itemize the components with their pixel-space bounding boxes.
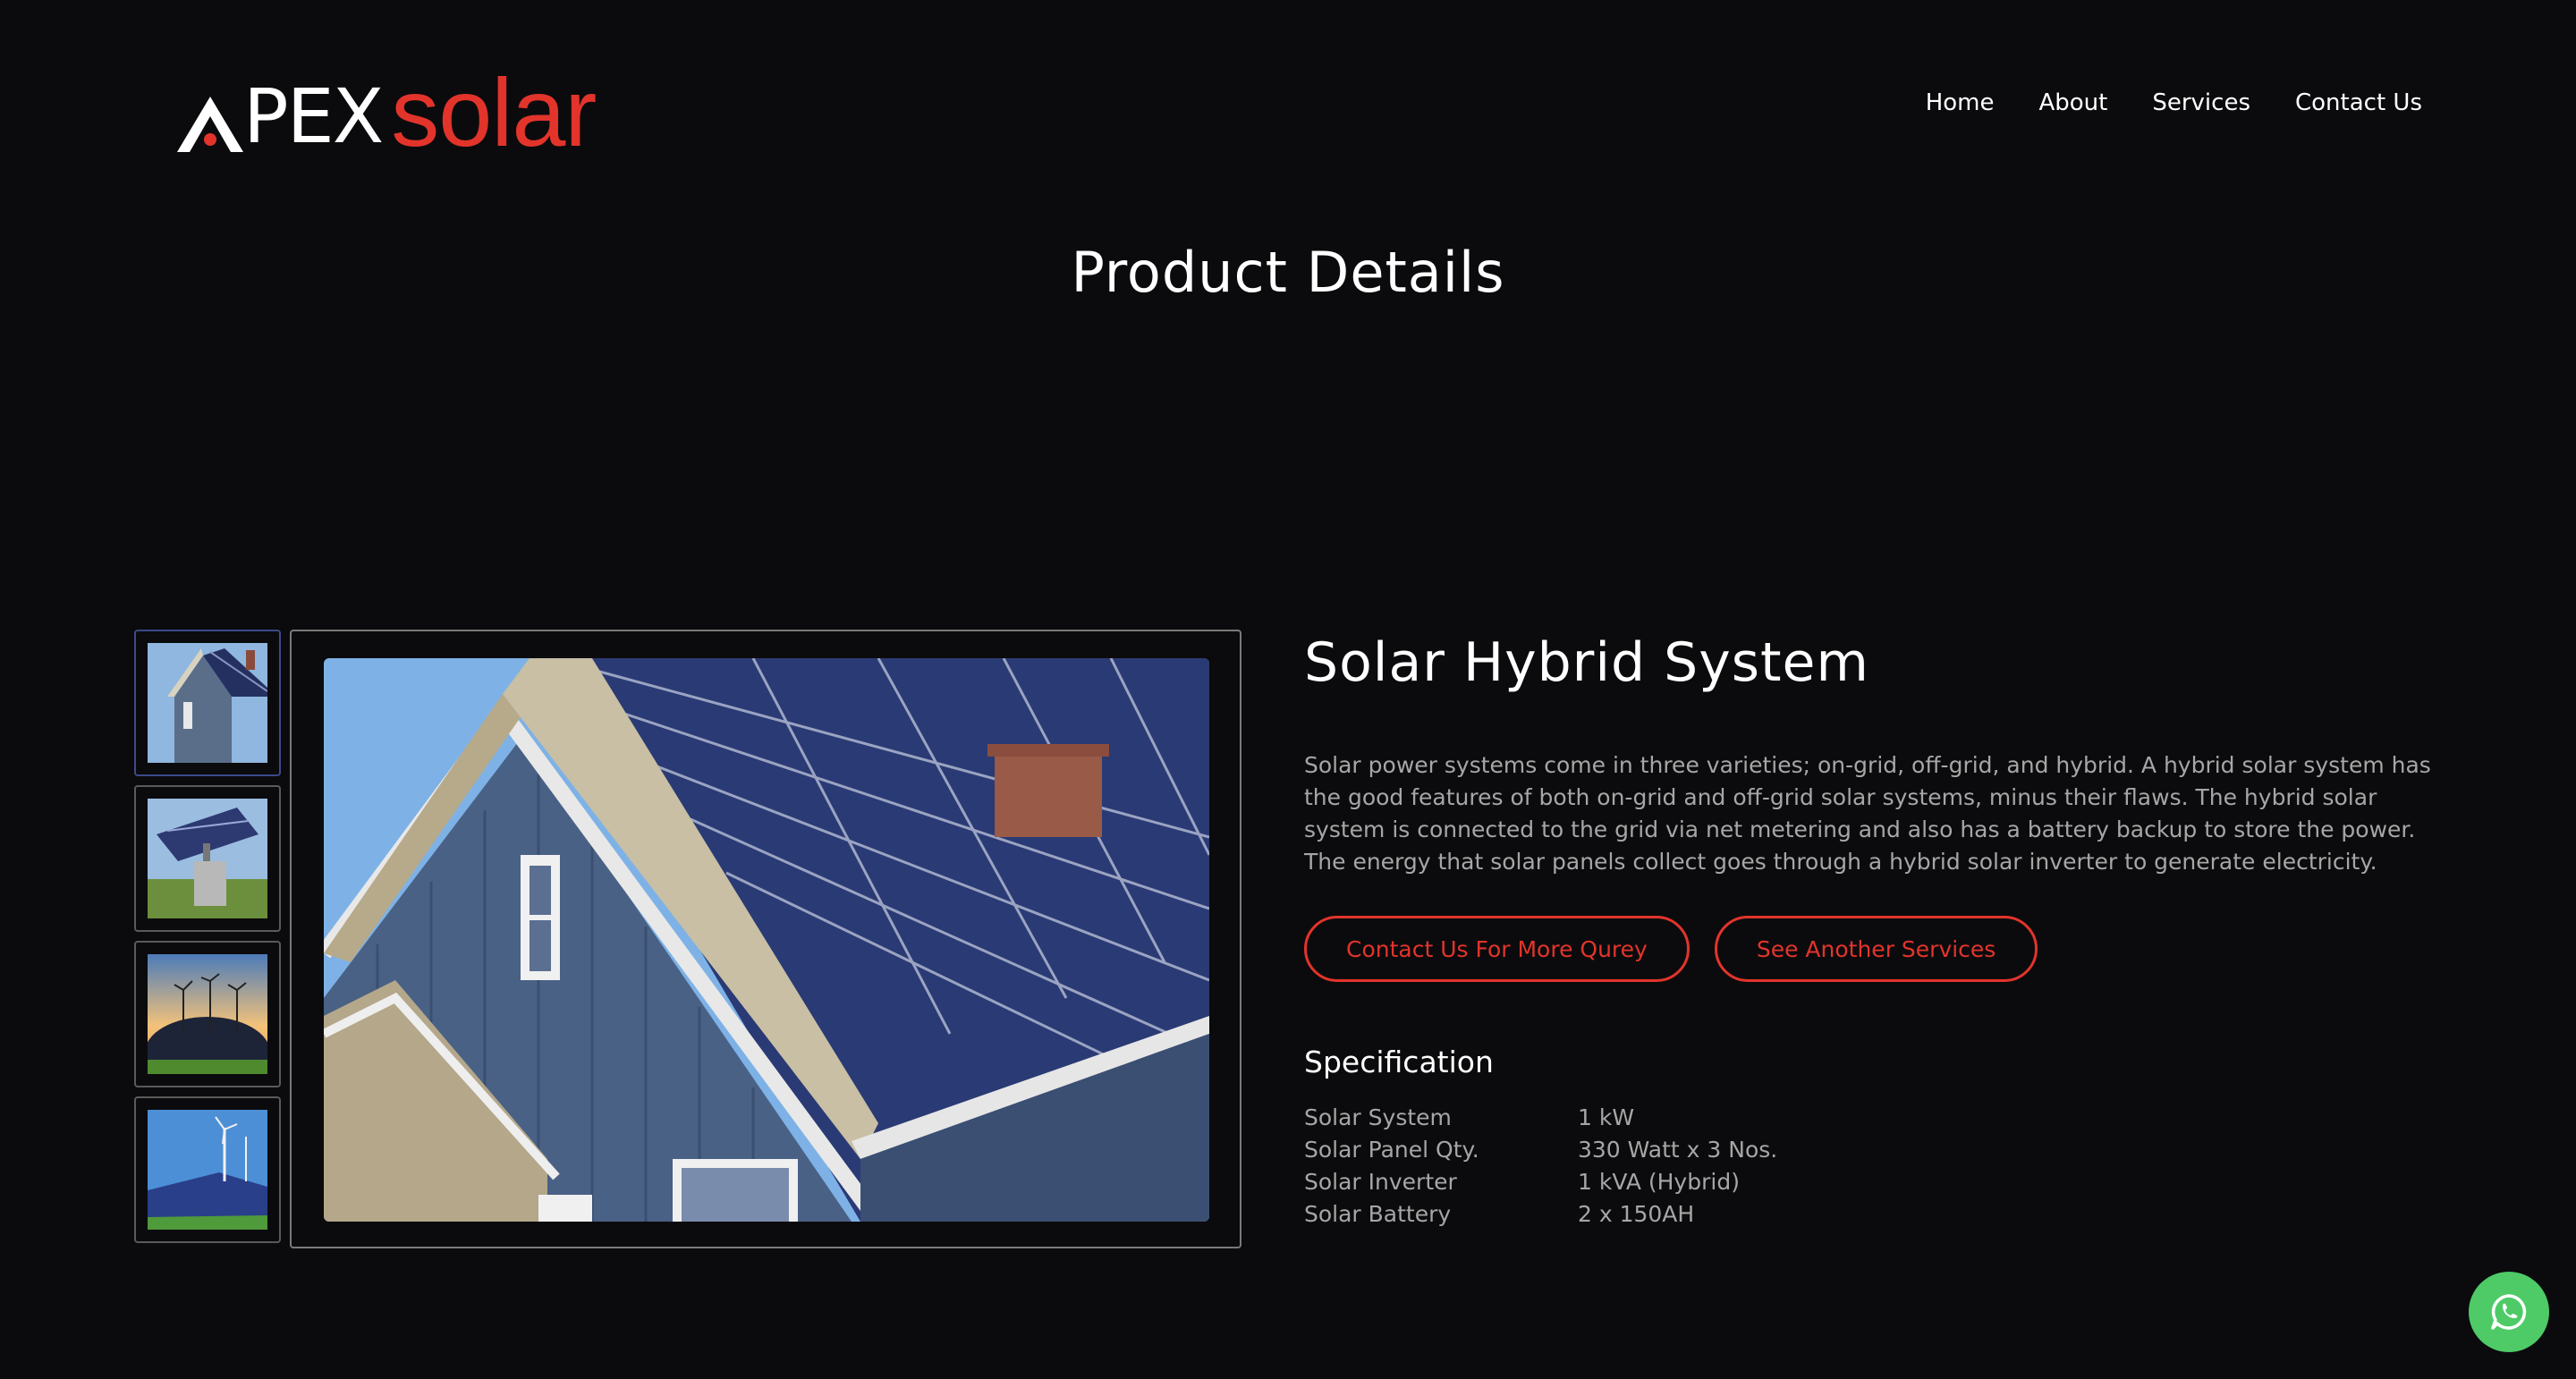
wind-solar-field-thumb-icon — [148, 1110, 267, 1230]
spec-value: 2 x 150AH — [1578, 1200, 1695, 1227]
page-title: Product Details — [1071, 240, 1505, 305]
specification-table: Solar System 1 kW Solar Panel Qty. 330 W… — [1304, 1101, 1777, 1230]
logo-apex-text: PEX — [243, 72, 384, 160]
house-solar-thumb-icon — [148, 643, 267, 763]
logo-apex: PEX — [175, 72, 384, 160]
main-nav: Home About Services Contact Us — [1926, 89, 2422, 116]
logo-solar-text: solar — [391, 58, 597, 167]
see-services-button[interactable]: See Another Services — [1714, 916, 2038, 982]
nav-services[interactable]: Services — [2152, 89, 2250, 116]
specification-heading: Specification — [1304, 1045, 1494, 1079]
thumbnail-3[interactable] — [134, 941, 281, 1087]
whatsapp-button[interactable] — [2469, 1272, 2549, 1352]
logo-a-mark-icon — [177, 97, 243, 152]
thumbnail-list — [134, 630, 281, 1252]
wind-solar-sunset-thumb-icon — [148, 954, 267, 1074]
spec-label: Solar Inverter — [1304, 1168, 1457, 1195]
spec-label: Solar Battery — [1304, 1200, 1452, 1227]
product-details: Solar Hybrid System Solar power systems … — [1304, 626, 2433, 1230]
contact-us-button[interactable]: Contact Us For More Qurey — [1304, 916, 1690, 982]
nav-contact-us[interactable]: Contact Us — [2295, 89, 2422, 116]
main-image-frame — [290, 630, 1241, 1248]
spec-row: Solar Panel Qty. 330 Watt x 3 Nos. — [1304, 1133, 1777, 1165]
nav-home[interactable]: Home — [1926, 89, 1995, 116]
house-solar-roof-image[interactable] — [324, 658, 1209, 1222]
spec-value: 330 Watt x 3 Nos. — [1578, 1136, 1778, 1163]
product-description: Solar power systems come in three variet… — [1304, 752, 2431, 875]
action-buttons: Contact Us For More Qurey See Another Se… — [1304, 916, 2433, 982]
nav-about[interactable]: About — [2038, 89, 2107, 116]
spec-label: Solar Panel Qty. — [1304, 1136, 1479, 1163]
thumbnail-1[interactable] — [134, 630, 281, 776]
spec-label: Solar System — [1304, 1104, 1452, 1130]
spec-row: Solar Inverter 1 kVA (Hybrid) — [1304, 1165, 1777, 1197]
thumbnail-4[interactable] — [134, 1096, 281, 1243]
solar-tracker-thumb-icon — [148, 799, 267, 918]
spec-value: 1 kW — [1578, 1104, 1635, 1130]
brand-logo[interactable]: PEX solar — [175, 58, 597, 167]
spec-row: Solar Battery 2 x 150AH — [1304, 1197, 1777, 1230]
spec-value: 1 kVA (Hybrid) — [1578, 1168, 1740, 1195]
thumbnail-2[interactable] — [134, 785, 281, 932]
spec-row: Solar System 1 kW — [1304, 1101, 1777, 1133]
whatsapp-icon — [2491, 1294, 2527, 1330]
product-title: Solar Hybrid System — [1304, 631, 1869, 694]
